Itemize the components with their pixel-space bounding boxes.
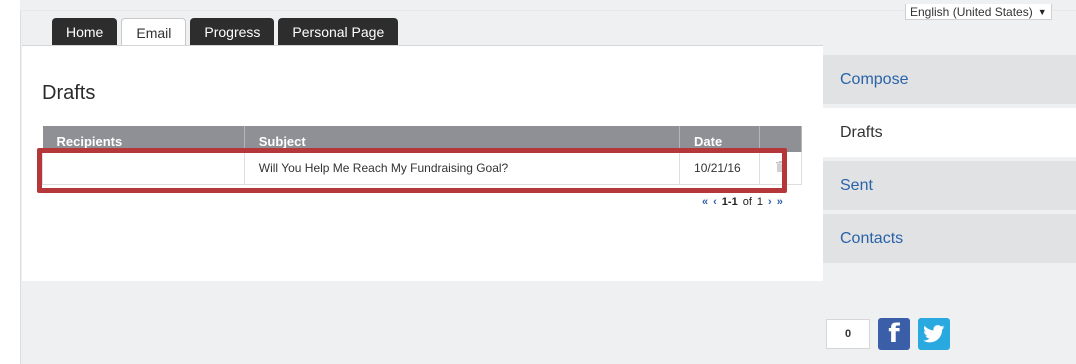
next-page-button[interactable]: › xyxy=(768,196,772,208)
column-header-subject[interactable]: Subject xyxy=(244,126,681,152)
column-header-date[interactable]: Date xyxy=(679,126,760,152)
drafts-table: Recipients Subject Date Will You Help Me… xyxy=(42,126,802,185)
cell-date: 10/21/16 xyxy=(679,152,760,185)
page-title: Drafts xyxy=(42,82,96,104)
tab-email[interactable]: Email xyxy=(121,18,187,47)
sidebar-item-sent[interactable]: Sent xyxy=(823,161,1076,214)
social-share: 0 f xyxy=(826,318,950,350)
drafts-panel: Drafts Recipients Subject Date Will You … xyxy=(22,45,823,281)
last-page-button[interactable]: » xyxy=(777,196,783,208)
chevron-down-icon: ▼ xyxy=(1037,6,1047,17)
pagination: « ‹ 1-1 of 1 › » xyxy=(702,196,783,208)
table-header-row: Recipients Subject Date xyxy=(42,126,802,152)
tab-personal-page[interactable]: Personal Page xyxy=(278,18,399,46)
sidebar-item-compose[interactable]: Compose xyxy=(823,55,1076,108)
prev-page-button[interactable]: ‹ xyxy=(713,196,717,208)
tab-progress[interactable]: Progress xyxy=(190,18,275,46)
trash-icon-glyph xyxy=(776,160,785,172)
column-header-recipients[interactable]: Recipients xyxy=(42,126,245,152)
share-count: 0 xyxy=(826,319,870,349)
column-header-actions xyxy=(759,126,802,152)
language-selected-value: English (United States) xyxy=(910,4,1033,19)
page-range: 1-1 xyxy=(721,196,738,208)
page-total: 1 xyxy=(756,196,764,208)
table-row[interactable]: Will You Help Me Reach My Fundraising Go… xyxy=(42,152,802,185)
sidebar-item-contacts[interactable]: Contacts xyxy=(823,214,1076,267)
email-sidebar: Compose Drafts Sent Contacts xyxy=(823,55,1076,267)
sidebar-item-drafts[interactable]: Drafts xyxy=(823,108,1076,161)
cell-subject[interactable]: Will You Help Me Reach My Fundraising Go… xyxy=(244,152,681,185)
cell-recipients xyxy=(42,152,245,185)
first-page-button[interactable]: « xyxy=(702,196,708,208)
tab-home[interactable]: Home xyxy=(52,18,118,46)
page-of-label: of xyxy=(742,196,752,208)
twitter-bird-glyph xyxy=(923,325,945,343)
twitter-icon[interactable] xyxy=(918,318,950,350)
language-select[interactable]: English (United States) ▼ xyxy=(905,4,1052,20)
trash-icon[interactable] xyxy=(759,152,802,185)
facebook-icon[interactable]: f xyxy=(878,318,910,350)
main-tabs: Home Email Progress Personal Page xyxy=(52,18,399,47)
